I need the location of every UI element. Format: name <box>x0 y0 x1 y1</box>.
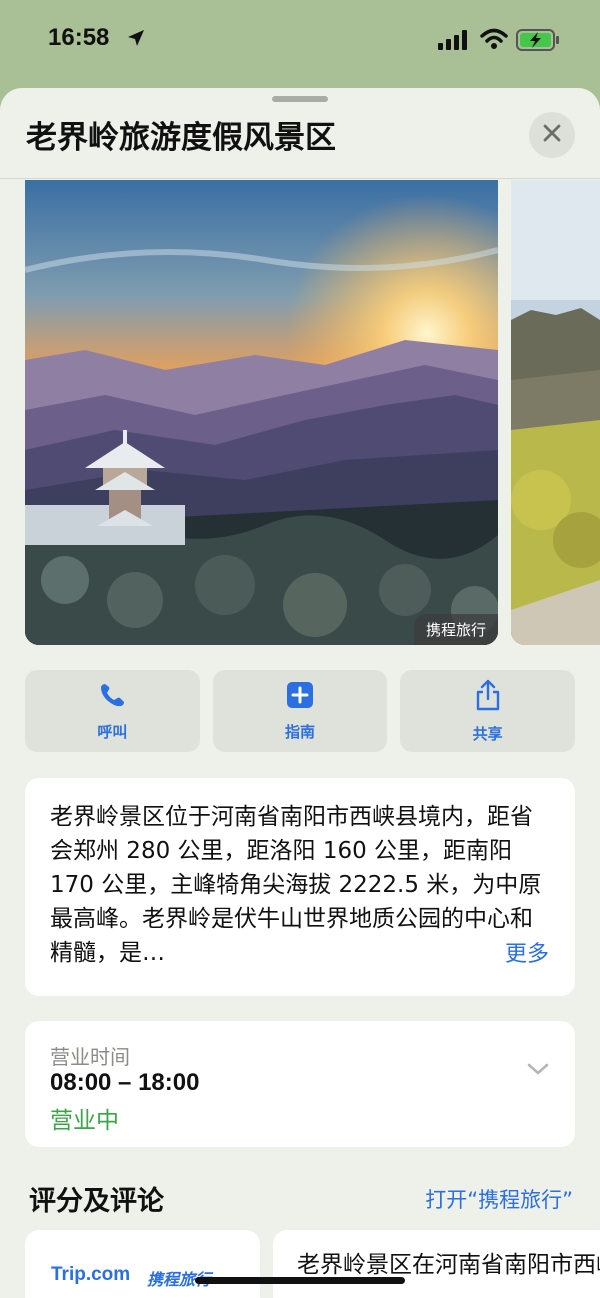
review-source-card[interactable]: Trip.com 携程旅行 <box>25 1230 260 1298</box>
photo-mountain-trees[interactable] <box>511 180 600 645</box>
status-time: 16:58 <box>48 24 110 51</box>
hours-label: 营业时间 <box>50 1045 130 1069</box>
plus-square-icon <box>286 681 314 713</box>
guide-label: 指南 <box>285 722 316 741</box>
trip-brand-logo: Trip.com <box>51 1264 131 1285</box>
call-button[interactable]: 呼叫 <box>25 670 200 752</box>
open-trip-link[interactable]: 打开“携程旅行” <box>425 1184 573 1214</box>
close-icon <box>543 124 561 146</box>
home-indicator[interactable] <box>195 1277 405 1284</box>
location-arrow-icon <box>126 28 146 52</box>
share-label: 共享 <box>472 724 503 743</box>
wifi-icon <box>480 28 508 54</box>
close-button[interactable] <box>529 112 575 158</box>
hours-card[interactable]: 营业时间 08:00 – 18:00 营业中 <box>25 1021 575 1147</box>
call-label: 呼叫 <box>97 722 128 741</box>
header-divider <box>0 178 600 179</box>
photo-sunset-pavilion[interactable]: 携程旅行 <box>25 180 498 645</box>
reviews-title: 评分及评论 <box>29 1186 164 1217</box>
description-text: 老界岭景区位于河南省南阳市西峡县境内，距省会郑州 280 公里，距洛阳 160 … <box>50 804 542 966</box>
sheet-grabber[interactable] <box>272 96 328 102</box>
share-button[interactable]: 共享 <box>400 670 576 752</box>
photo-credit: 携程旅行 <box>413 614 498 645</box>
review-card[interactable]: 老界岭景区在河南省南阳市西峡县北部，相传老子曾在老界岭 <box>273 1230 600 1298</box>
more-link[interactable]: 更多 <box>505 936 549 968</box>
place-title: 老界岭旅游度假风景区 <box>26 120 336 155</box>
status-bar: 16:58 <box>0 0 600 86</box>
cellular-signal-icon <box>438 30 468 54</box>
guide-button[interactable]: 指南 <box>212 670 388 752</box>
chevron-down-icon <box>527 1061 549 1080</box>
share-icon <box>474 679 502 715</box>
phone-icon <box>98 681 126 713</box>
battery-charging-icon <box>516 29 560 55</box>
description-card: 老界岭景区位于河南省南阳市西峡县境内，距省会郑州 280 公里，距洛阳 160 … <box>25 778 575 996</box>
open-status: 营业中 <box>50 1108 119 1134</box>
place-sheet: 老界岭旅游度假风景区 携程旅行 呼叫 指南 共享 老界岭景区位于河南省南阳市西峡… <box>0 88 600 1298</box>
hours-value: 08:00 – 18:00 <box>50 1069 200 1096</box>
action-buttons: 呼叫 指南 共享 <box>25 670 576 752</box>
